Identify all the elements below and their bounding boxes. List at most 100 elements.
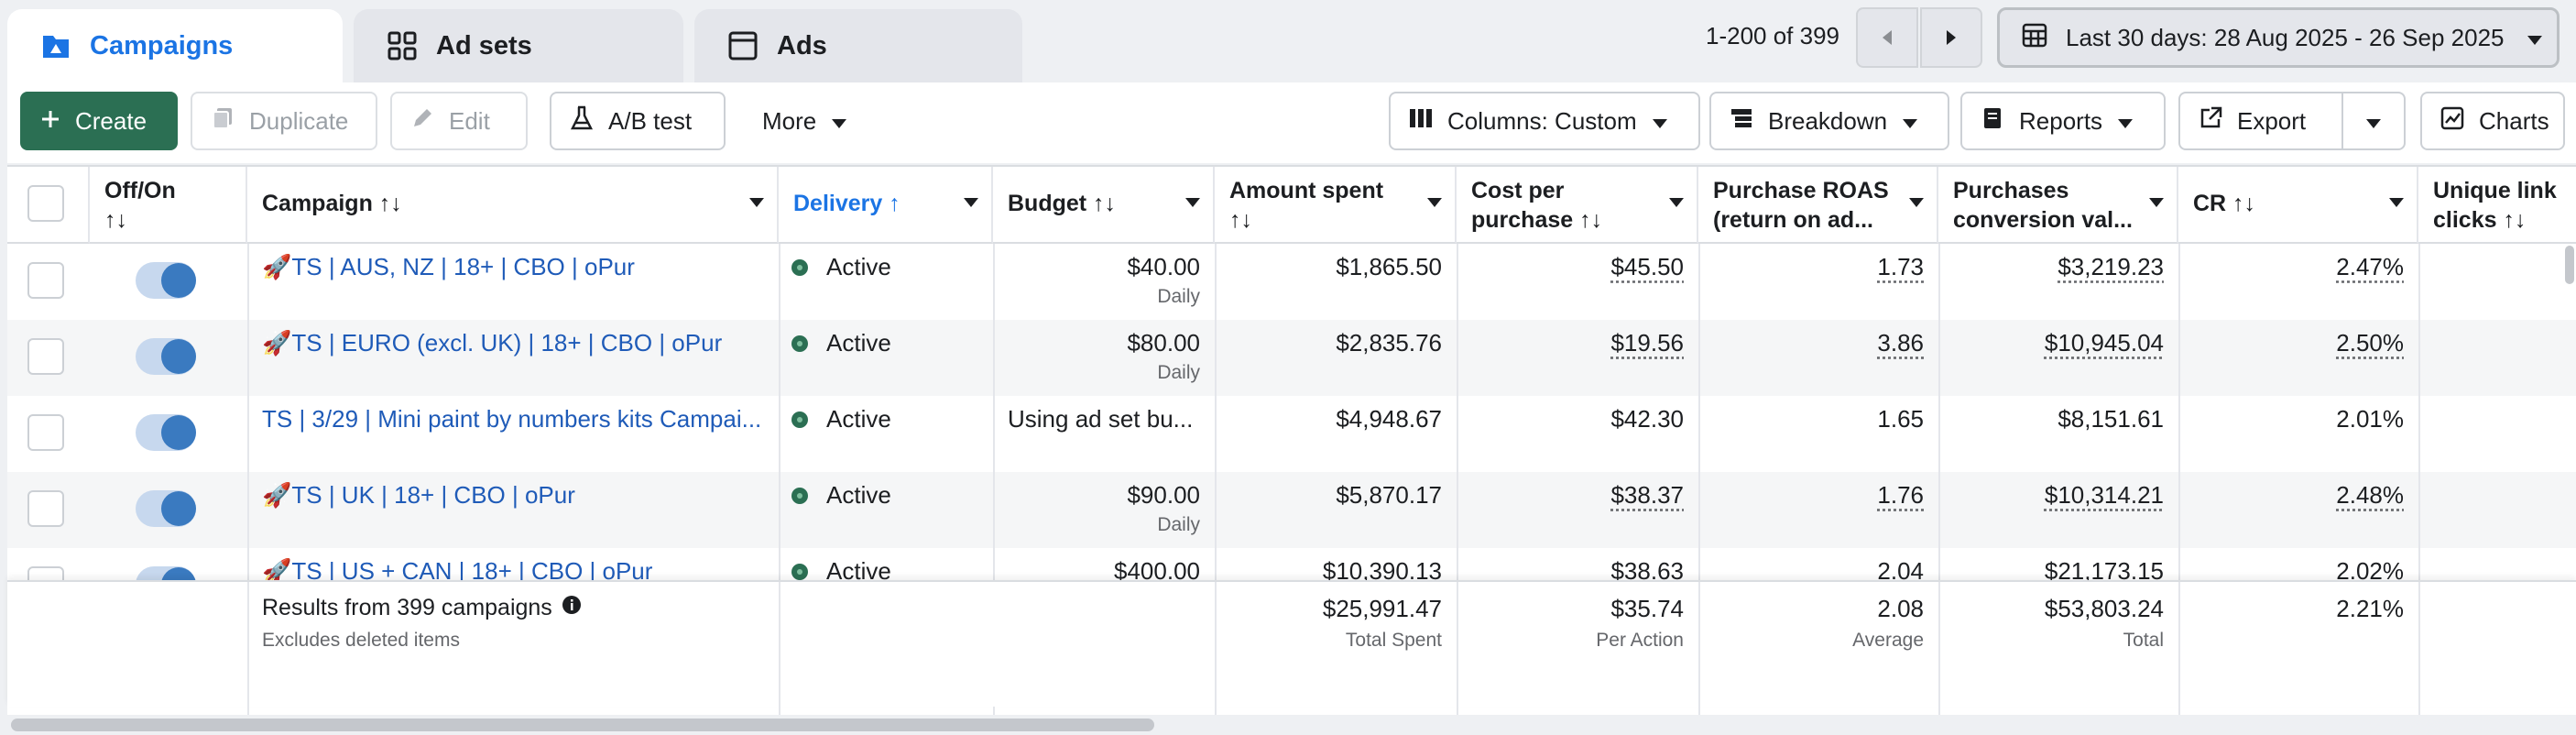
delivery-label: Active bbox=[826, 253, 891, 280]
cpp-value[interactable]: $45.50 bbox=[1610, 253, 1684, 280]
table-row[interactable]: 🚀TS | US + CAN | 18+ | CBO | oPur Active… bbox=[7, 548, 2576, 580]
cpp-value[interactable]: $38.37 bbox=[1610, 481, 1684, 509]
chevron-down-icon[interactable] bbox=[1669, 198, 1684, 207]
scrollbar-thumb[interactable] bbox=[11, 719, 1154, 731]
charts-label: Charts bbox=[2479, 106, 2549, 135]
chevron-down-icon[interactable] bbox=[749, 198, 764, 207]
breakdown-button[interactable]: Breakdown bbox=[1709, 92, 1949, 150]
on-off-toggle[interactable] bbox=[136, 566, 196, 580]
chevron-down-icon[interactable] bbox=[1427, 198, 1442, 207]
results-summary: Results from 399 campaigns bbox=[262, 595, 582, 621]
on-off-toggle[interactable] bbox=[136, 262, 196, 299]
header-amount-spent[interactable]: Amount spent ↑↓ bbox=[1215, 167, 1457, 244]
amount-spent-cell: $4,948.67 bbox=[1336, 405, 1442, 433]
header-unique-link-clicks[interactable]: Unique link clicks ↑↓ bbox=[2418, 167, 2576, 244]
pcv-value[interactable]: $10,314.21 bbox=[2045, 481, 2164, 509]
table-row[interactable]: 🚀TS | AUS, NZ | 18+ | CBO | oPur Active … bbox=[7, 244, 2576, 320]
roas-value[interactable]: 2.04 bbox=[1877, 557, 1924, 580]
pcv-value[interactable]: $3,219.23 bbox=[2058, 253, 2164, 280]
next-page-button[interactable] bbox=[1920, 7, 1982, 68]
roas-value[interactable]: 1.73 bbox=[1877, 253, 1924, 280]
header-cost-per-purchase[interactable]: Cost per purchase ↑↓ bbox=[1457, 167, 1698, 244]
reports-button[interactable]: Reports bbox=[1960, 92, 2166, 150]
on-off-toggle[interactable] bbox=[136, 338, 196, 375]
pcv-value[interactable]: $21,173.15 bbox=[2045, 557, 2164, 580]
toolbar: Create Duplicate Edit A/B test More Colu… bbox=[7, 82, 2576, 163]
prev-page-button[interactable] bbox=[1856, 7, 1918, 68]
chevron-down-icon[interactable] bbox=[2389, 198, 2404, 207]
on-off-toggle[interactable] bbox=[136, 490, 196, 527]
date-range-picker[interactable]: Last 30 days: 28 Aug 2025 - 26 Sep 2025 bbox=[1997, 7, 2560, 68]
cr-cell: 2.50% bbox=[2178, 320, 2418, 396]
info-icon[interactable] bbox=[562, 595, 582, 621]
tab-ad-sets[interactable]: Ad sets bbox=[354, 9, 683, 82]
table-row[interactable]: TS | 3/29 | Mini paint by numbers kits C… bbox=[7, 396, 2576, 472]
tab-ads[interactable]: Ads bbox=[694, 9, 1022, 82]
cr-total-value: 2.21% bbox=[2336, 595, 2404, 622]
tab-ad-sets-label: Ad sets bbox=[436, 30, 532, 60]
chevron-down-icon[interactable] bbox=[1185, 198, 1200, 207]
cr-value[interactable]: 2.02% bbox=[2336, 557, 2404, 580]
horizontal-scrollbar[interactable] bbox=[7, 715, 2576, 735]
header-cr[interactable]: CR ↑↓ bbox=[2178, 167, 2418, 244]
campaign-name-link[interactable]: TS | 3/29 | Mini paint by numbers kits C… bbox=[247, 396, 779, 472]
chevron-down-icon[interactable] bbox=[2149, 198, 2164, 207]
header-cr-label: CR ↑↓ bbox=[2193, 191, 2256, 216]
row-checkbox[interactable] bbox=[27, 490, 64, 527]
duplicate-label: Duplicate bbox=[249, 106, 349, 135]
tab-campaigns[interactable]: Campaigns bbox=[7, 9, 343, 82]
pcv-cell: $8,151.61 bbox=[2058, 405, 2164, 433]
create-button[interactable]: Create bbox=[20, 92, 178, 150]
budget-period: Daily bbox=[1157, 514, 1200, 535]
cr-cell: 2.47% bbox=[2178, 244, 2418, 320]
row-checkbox[interactable] bbox=[27, 262, 64, 299]
campaign-name-link[interactable]: 🚀TS | UK | 18+ | CBO | oPur bbox=[247, 472, 779, 548]
total-spent-value: $25,991.47 bbox=[1322, 595, 1442, 622]
header-campaign[interactable]: Campaign ↑↓ bbox=[247, 167, 779, 244]
roas-value[interactable]: 3.86 bbox=[1877, 329, 1924, 357]
amount-spent-cell: $5,870.17 bbox=[1336, 481, 1442, 509]
duplicate-button[interactable]: Duplicate bbox=[191, 92, 377, 150]
grid-icon bbox=[387, 30, 418, 61]
vertical-scrollbar[interactable] bbox=[2565, 246, 2574, 284]
table-row[interactable]: 🚀TS | EURO (excl. UK) | 18+ | CBO | oPur… bbox=[7, 320, 2576, 396]
ab-test-label: A/B test bbox=[608, 106, 693, 135]
edit-button[interactable]: Edit bbox=[390, 92, 528, 150]
header-purchase-roas[interactable]: Purchase ROAS (return on ad... bbox=[1698, 167, 1938, 244]
cr-value[interactable]: 2.48% bbox=[2336, 481, 2404, 509]
pcv-value[interactable]: $10,945.04 bbox=[2045, 329, 2164, 357]
cpp-total-value: $35.74 bbox=[1610, 595, 1684, 622]
ab-test-button[interactable]: A/B test bbox=[550, 92, 726, 150]
row-checkbox[interactable] bbox=[27, 566, 64, 580]
header-off-on[interactable]: Off/On ↑↓ bbox=[90, 167, 247, 244]
campaign-name-link[interactable]: 🚀TS | US + CAN | 18+ | CBO | oPur bbox=[247, 548, 779, 580]
cr-value[interactable]: 2.50% bbox=[2336, 329, 2404, 357]
row-checkbox[interactable] bbox=[27, 338, 64, 375]
export-dropdown-button[interactable] bbox=[2341, 92, 2406, 150]
breakdown-label: Breakdown bbox=[1768, 106, 1888, 135]
tab-ads-label: Ads bbox=[777, 30, 827, 60]
cpp-cell: $19.56 bbox=[1457, 320, 1698, 396]
header-budget[interactable]: Budget ↑↓ bbox=[993, 167, 1215, 244]
select-all-checkbox[interactable] bbox=[27, 185, 64, 222]
campaign-name-link[interactable]: 🚀TS | AUS, NZ | 18+ | CBO | oPur bbox=[247, 244, 779, 320]
cpp-value[interactable]: $38.63 bbox=[1610, 557, 1684, 580]
export-icon bbox=[2199, 106, 2222, 137]
campaign-name-link[interactable]: 🚀TS | EURO (excl. UK) | 18+ | CBO | oPur bbox=[247, 320, 779, 396]
cr-value[interactable]: 2.47% bbox=[2336, 253, 2404, 280]
export-button[interactable]: Export bbox=[2178, 92, 2343, 150]
table-row[interactable]: 🚀TS | UK | 18+ | CBO | oPur Active $90.0… bbox=[7, 472, 2576, 548]
more-button[interactable]: More bbox=[742, 92, 879, 150]
on-off-toggle[interactable] bbox=[136, 414, 196, 451]
columns-button[interactable]: Columns: Custom bbox=[1389, 92, 1700, 150]
charts-button[interactable]: Charts bbox=[2420, 92, 2565, 150]
budget-cell: $400.00 bbox=[993, 548, 1215, 580]
chevron-down-icon[interactable] bbox=[964, 198, 978, 207]
chevron-down-icon[interactable] bbox=[1909, 198, 1924, 207]
pcv-cell: $3,219.23 bbox=[1938, 244, 2178, 320]
header-purchases-conversion-value[interactable]: Purchases conversion val... bbox=[1938, 167, 2178, 244]
header-delivery[interactable]: Delivery ↑ bbox=[779, 167, 993, 244]
cpp-value[interactable]: $19.56 bbox=[1610, 329, 1684, 357]
row-checkbox[interactable] bbox=[27, 414, 64, 451]
roas-value[interactable]: 1.76 bbox=[1877, 481, 1924, 509]
